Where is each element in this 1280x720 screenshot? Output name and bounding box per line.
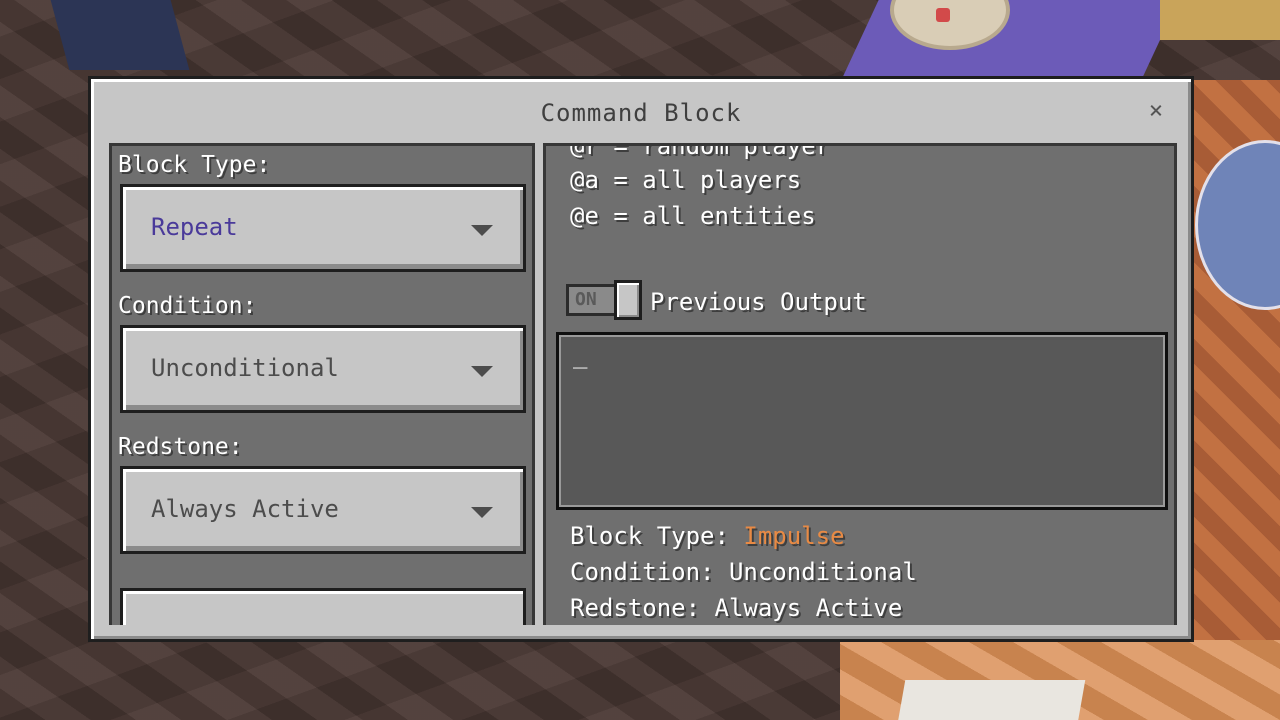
summary-redstone: Redstone: Always Active bbox=[570, 594, 903, 622]
command-block-dialog: Command Block × Block Type: Repeat Condi… bbox=[88, 76, 1194, 642]
dialog-title: Command Block bbox=[540, 99, 742, 127]
chevron-down-icon bbox=[471, 366, 493, 377]
condition-value: Unconditional bbox=[151, 354, 339, 382]
help-line-all-entities: @e = all entities bbox=[570, 202, 816, 230]
text-cursor: _ bbox=[573, 341, 588, 369]
chevron-down-icon bbox=[471, 225, 493, 236]
world-block-gold bbox=[1160, 0, 1280, 40]
partially-visible-button[interactable] bbox=[120, 588, 526, 625]
block-type-label: Block Type: bbox=[118, 152, 271, 178]
summary-condition: Condition: Unconditional bbox=[570, 558, 917, 586]
block-type-value: Repeat bbox=[151, 213, 238, 241]
summary-block-type-value: Impulse bbox=[743, 522, 845, 550]
world-plate-dot bbox=[936, 8, 950, 22]
settings-panel[interactable]: Block Type: Repeat Condition: Unconditio… bbox=[109, 143, 535, 625]
world-block-blue bbox=[50, 0, 190, 70]
summary-block-type-label: Block Type: bbox=[570, 522, 744, 550]
block-type-dropdown[interactable]: Repeat bbox=[120, 184, 526, 272]
command-panel[interactable]: @r = random player @a = all players @e =… bbox=[543, 143, 1177, 625]
toggle-state: ON bbox=[575, 289, 597, 310]
chevron-down-icon bbox=[471, 507, 493, 518]
world-paper bbox=[894, 680, 1086, 720]
previous-output-toggle[interactable]: ON bbox=[566, 280, 642, 320]
help-line-all-players: @a = all players bbox=[570, 166, 802, 194]
summary-block-type: Block Type: Impulse bbox=[570, 522, 845, 550]
condition-label: Condition: bbox=[118, 293, 257, 319]
redstone-dropdown[interactable]: Always Active bbox=[120, 466, 526, 554]
close-icon[interactable]: × bbox=[1143, 97, 1169, 123]
redstone-label: Redstone: bbox=[118, 434, 243, 460]
previous-output-box[interactable]: _ bbox=[556, 332, 1168, 510]
condition-dropdown[interactable]: Unconditional bbox=[120, 325, 526, 413]
previous-output-label: Previous Output bbox=[650, 288, 867, 316]
toggle-knob[interactable] bbox=[614, 280, 642, 320]
help-line-random: @r = random player bbox=[570, 143, 831, 160]
redstone-value: Always Active bbox=[151, 495, 339, 523]
